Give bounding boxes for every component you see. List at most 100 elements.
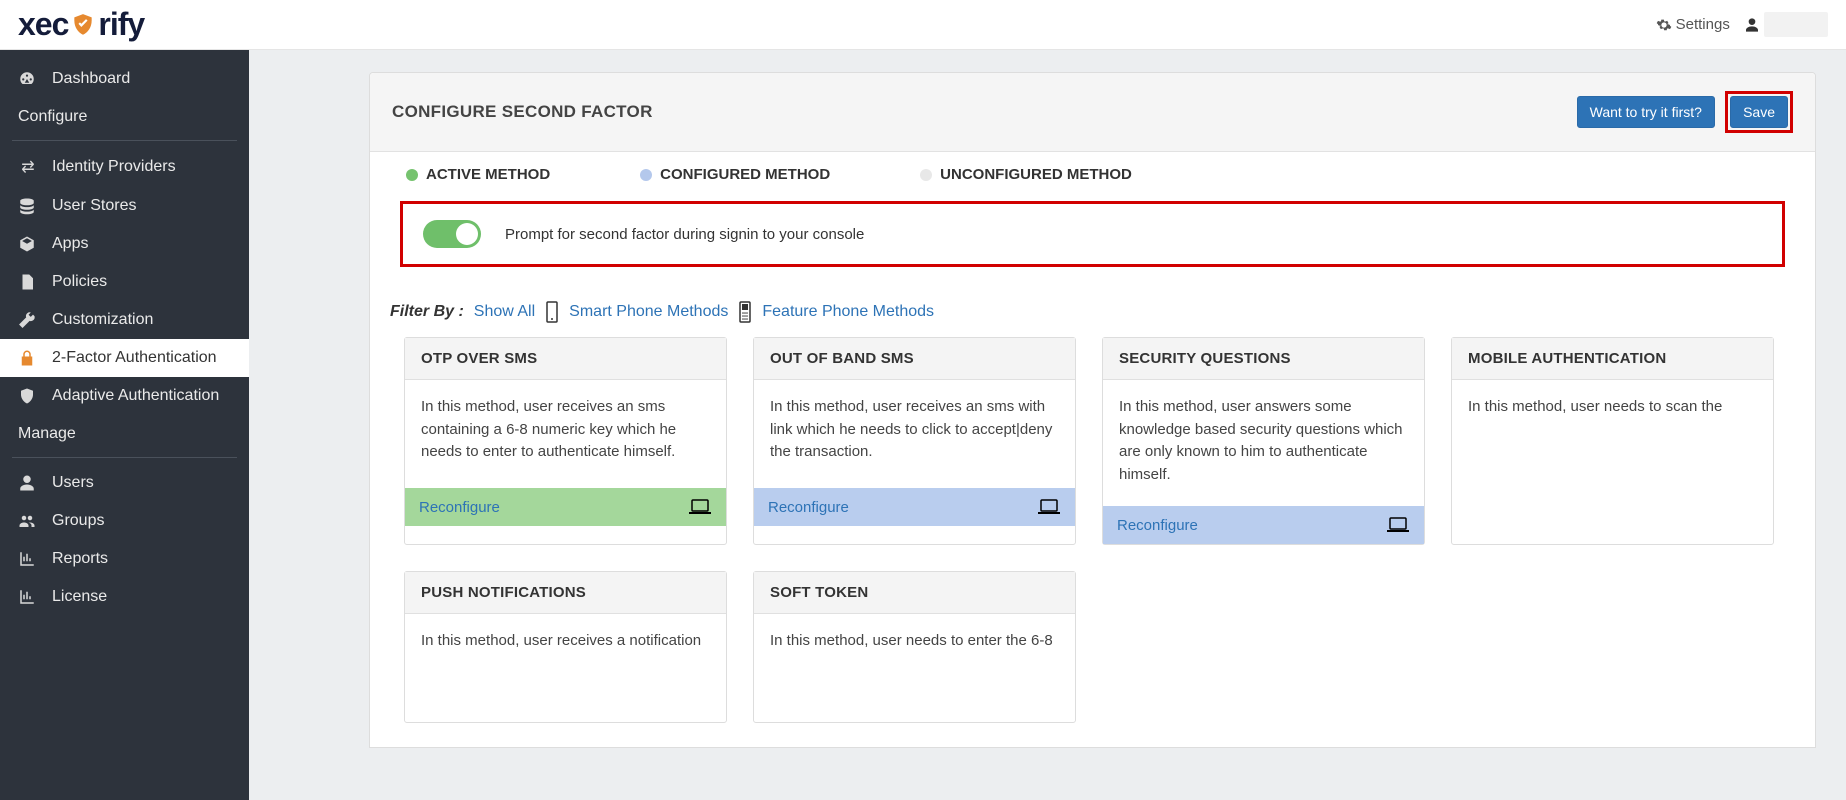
save-button[interactable]: Save [1730, 96, 1788, 128]
sidebar-item-label: 2-Factor Authentication [52, 349, 217, 367]
settings-label: Settings [1676, 16, 1730, 33]
sidebar: Dashboard Configure ⇄ Identity Providers… [0, 50, 249, 800]
main: CONFIGURE SECOND FACTOR Want to try it f… [249, 50, 1846, 800]
card-description: In this method, user receives an sms wit… [754, 380, 1075, 488]
method-card: OUT OF BAND SMSIn this method, user rece… [753, 337, 1076, 545]
user-menu[interactable] [1744, 12, 1828, 37]
card-footer: Reconfigure [405, 488, 726, 526]
card-description: In this method, user receives a notifica… [405, 614, 726, 722]
sidebar-item-2fa[interactable]: 2-Factor Authentication [0, 339, 249, 377]
prompt-toggle[interactable] [423, 220, 481, 248]
logo-text-post: rify [98, 6, 144, 43]
sidebar-item-customization[interactable]: Customization [0, 301, 249, 339]
divider [12, 457, 237, 458]
user-name [1764, 12, 1828, 37]
dot-active-icon [406, 169, 418, 181]
card-footer: Reconfigure [1103, 506, 1424, 544]
prompt-label: Prompt for second factor during signin t… [505, 226, 864, 243]
cube-icon [18, 235, 38, 253]
logo-text-pre: xec [18, 6, 68, 43]
card-title: SECURITY QUESTIONS [1103, 338, 1424, 380]
laptop-icon [1386, 516, 1410, 534]
sidebar-item-users[interactable]: Users [0, 464, 249, 502]
user-icon [18, 474, 38, 492]
sidebar-item-policies[interactable]: Policies [0, 263, 249, 301]
sidebar-item-label: License [52, 588, 107, 606]
sidebar-item-label: Users [52, 474, 94, 492]
laptop-icon [1037, 498, 1061, 516]
card-description: In this method, user needs to scan the [1452, 380, 1773, 488]
card-title: PUSH NOTIFICATIONS [405, 572, 726, 614]
sidebar-item-label: Customization [52, 311, 153, 329]
file-icon [18, 273, 38, 291]
sidebar-item-label: Identity Providers [52, 158, 176, 176]
sidebar-item-label: Apps [52, 235, 88, 253]
sidebar-item-label: Reports [52, 550, 108, 568]
dashboard-icon [18, 70, 38, 88]
card-description: In this method, user needs to enter the … [754, 614, 1075, 722]
sidebar-item-apps[interactable]: Apps [0, 225, 249, 263]
gear-icon [1656, 17, 1672, 33]
highlight-prompt-row: Prompt for second factor during signin t… [400, 201, 1785, 267]
sidebar-section-configure: Configure [0, 98, 249, 136]
feature-phone-icon [738, 301, 752, 323]
card-title: OTP OVER SMS [405, 338, 726, 380]
chart-icon [18, 550, 38, 568]
filter-feature-phone[interactable]: Feature Phone Methods [762, 303, 934, 321]
wrench-icon [18, 311, 38, 329]
topbar: xec rify Settings [0, 0, 1846, 50]
sidebar-item-adaptive-auth[interactable]: Adaptive Authentication [0, 377, 249, 415]
filter-label: Filter By : [390, 303, 464, 321]
laptop-icon [688, 498, 712, 516]
highlight-save: Save [1725, 91, 1793, 133]
card-title: MOBILE AUTHENTICATION [1452, 338, 1773, 380]
method-card: SOFT TOKENIn this method, user needs to … [753, 571, 1076, 723]
method-legend: ACTIVE METHOD CONFIGURED METHOD UNCONFIG… [370, 152, 1815, 197]
sidebar-item-label: User Stores [52, 197, 136, 215]
database-icon [18, 197, 38, 215]
method-card: SECURITY QUESTIONSIn this method, user a… [1102, 337, 1425, 545]
sidebar-item-dashboard[interactable]: Dashboard [0, 60, 249, 98]
legend-unconfigured: UNCONFIGURED METHOD [940, 166, 1132, 183]
card-description: In this method, user answers some knowle… [1103, 380, 1424, 506]
card-description: In this method, user receives an sms con… [405, 380, 726, 488]
exchange-icon: ⇄ [18, 157, 38, 177]
chart-icon [18, 588, 38, 606]
toggle-knob [456, 223, 478, 245]
sidebar-item-reports[interactable]: Reports [0, 540, 249, 578]
reconfigure-link[interactable]: Reconfigure [419, 499, 500, 516]
sidebar-section-manage: Manage [0, 415, 249, 453]
sidebar-item-label: Adaptive Authentication [52, 387, 219, 405]
group-icon [18, 512, 38, 530]
legend-configured: CONFIGURED METHOD [660, 166, 830, 183]
method-card: PUSH NOTIFICATIONSIn this method, user r… [404, 571, 727, 723]
try-it-button[interactable]: Want to try it first? [1577, 96, 1715, 128]
reconfigure-link[interactable]: Reconfigure [1117, 517, 1198, 534]
sidebar-item-groups[interactable]: Groups [0, 502, 249, 540]
panel-header: CONFIGURE SECOND FACTOR Want to try it f… [370, 73, 1815, 152]
user-icon [1744, 17, 1760, 33]
sidebar-item-label: Groups [52, 512, 104, 530]
page-title: CONFIGURE SECOND FACTOR [392, 102, 653, 122]
card-title: SOFT TOKEN [754, 572, 1075, 614]
divider [12, 140, 237, 141]
shield-check-icon [70, 12, 96, 38]
filter-show-all[interactable]: Show All [474, 303, 535, 321]
reconfigure-link[interactable]: Reconfigure [768, 499, 849, 516]
sidebar-item-label: Dashboard [52, 70, 130, 88]
filter-smart-phone[interactable]: Smart Phone Methods [569, 303, 728, 321]
card-grid: OTP OVER SMSIn this method, user receive… [370, 337, 1815, 747]
legend-active: ACTIVE METHOD [426, 166, 550, 183]
method-card: OTP OVER SMSIn this method, user receive… [404, 337, 727, 545]
sidebar-item-label: Policies [52, 273, 107, 291]
sidebar-item-user-stores[interactable]: User Stores [0, 187, 249, 225]
sidebar-item-identity-providers[interactable]: ⇄ Identity Providers [0, 147, 249, 187]
dot-configured-icon [640, 169, 652, 181]
sidebar-item-license[interactable]: License [0, 578, 249, 616]
dot-unconfigured-icon [920, 169, 932, 181]
settings-link[interactable]: Settings [1656, 16, 1730, 33]
lock-icon [18, 349, 38, 367]
smartphone-icon [545, 301, 559, 323]
shield-icon [18, 387, 38, 405]
filter-row: Filter By : Show All Smart Phone Methods… [370, 275, 1815, 337]
